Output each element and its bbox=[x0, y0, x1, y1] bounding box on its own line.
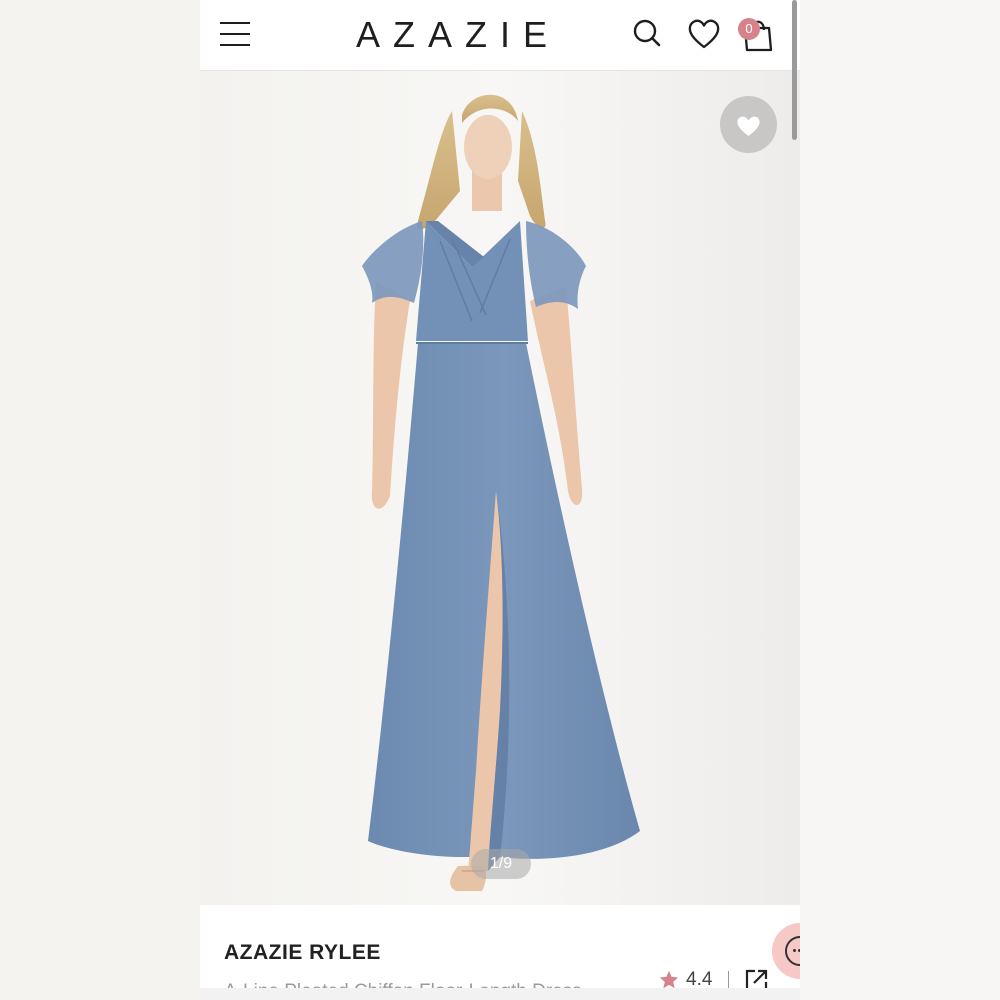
product-title[interactable]: AZAZIE RYLEE bbox=[224, 941, 381, 965]
left-background bbox=[0, 0, 200, 1000]
site-header: AZAZIE 0 bbox=[200, 0, 800, 71]
brand-logo[interactable]: AZAZIE bbox=[330, 14, 586, 56]
search-button[interactable] bbox=[630, 14, 666, 54]
chat-icon bbox=[785, 936, 800, 966]
product-image-gallery[interactable]: 1/9 bbox=[200, 71, 800, 905]
search-icon bbox=[633, 19, 661, 47]
scrollbar[interactable] bbox=[792, 0, 797, 140]
product-info: AZAZIE RYLEE A-Line Pleated Chiffon Floo… bbox=[200, 905, 800, 1000]
heart-filled-icon bbox=[737, 116, 760, 136]
wishlist-button[interactable] bbox=[686, 14, 722, 54]
menu-button[interactable] bbox=[218, 20, 252, 50]
heart-outline-icon bbox=[688, 19, 720, 49]
bottom-edge bbox=[200, 988, 800, 1000]
right-background bbox=[800, 0, 1000, 1000]
image-counter: 1/9 bbox=[471, 849, 531, 879]
favorite-button[interactable] bbox=[720, 96, 777, 153]
product-photo[interactable] bbox=[200, 71, 800, 905]
cart-count-badge: 0 bbox=[738, 18, 760, 40]
mobile-screen: AZAZIE 0 1/9 AZAZIE RYLEE 4.4 bbox=[200, 0, 800, 1000]
bag-button[interactable]: 0 bbox=[738, 14, 774, 54]
